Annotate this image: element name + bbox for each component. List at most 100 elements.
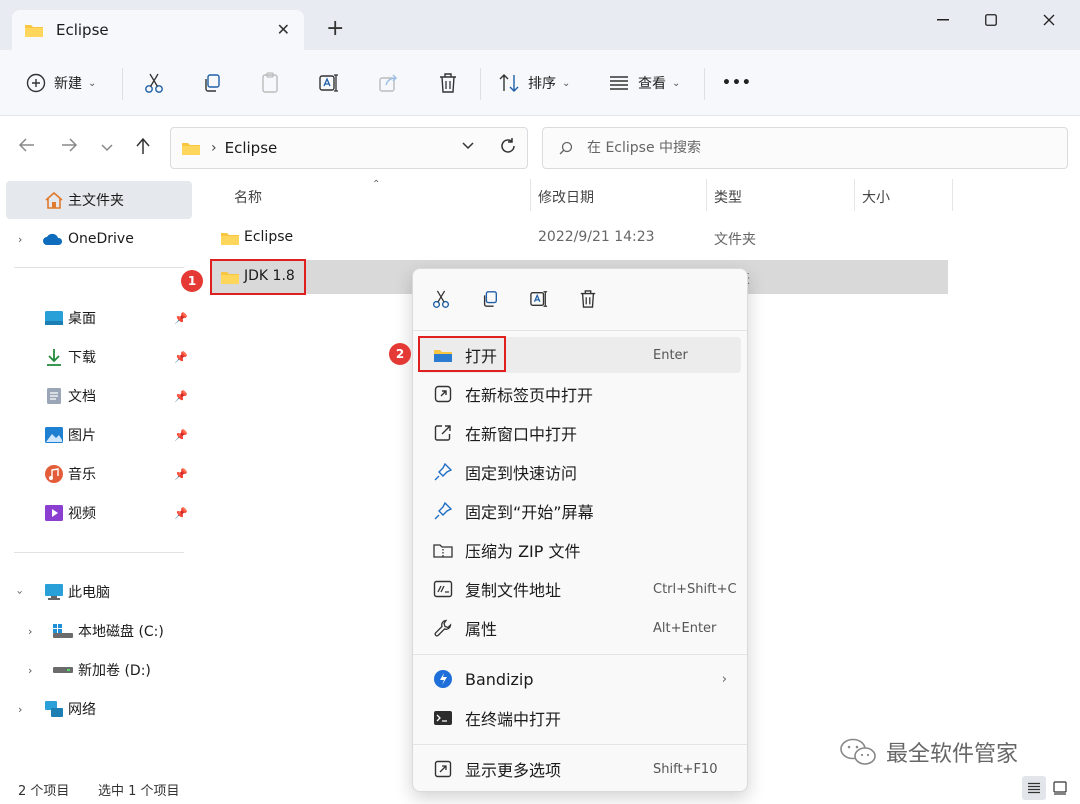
- title-bar: Eclipse ✕ +: [0, 0, 1080, 50]
- file-type: 文件夹: [714, 232, 756, 248]
- delete-button[interactable]: [438, 66, 458, 100]
- menu-item-properties[interactable]: 属性 Alt+Enter: [419, 610, 741, 646]
- pin-icon[interactable]: 📌: [174, 468, 188, 481]
- column-header-modified[interactable]: 修改日期: [538, 187, 594, 207]
- sidebar-item-drive-c[interactable]: › 本地磁盘 (C:): [6, 612, 192, 650]
- context-cut-button[interactable]: [425, 283, 457, 315]
- sidebar-item-videos[interactable]: 视频 📌: [6, 494, 192, 532]
- chevron-down-icon: ⌄: [562, 77, 571, 89]
- column-header-type[interactable]: 类型: [714, 187, 742, 207]
- zip-folder-icon: [433, 540, 453, 560]
- new-tab-button[interactable]: +: [326, 18, 344, 40]
- menu-item-open-terminal[interactable]: 在终端中打开: [419, 700, 741, 736]
- view-button[interactable]: 查看 ⌄: [608, 66, 680, 100]
- divider: [413, 330, 747, 331]
- sidebar-item-documents[interactable]: 文档 📌: [6, 377, 192, 415]
- breadcrumb-current[interactable]: Eclipse: [225, 139, 278, 157]
- share-button[interactable]: [378, 66, 400, 100]
- sidebar-item-home[interactable]: 主文件夹: [6, 181, 192, 219]
- context-copy-button[interactable]: [474, 283, 506, 315]
- picture-icon: [45, 427, 63, 443]
- search-box[interactable]: [542, 127, 1068, 169]
- sidebar-item-label: 新加卷 (D:): [78, 663, 151, 679]
- refresh-icon[interactable]: [499, 137, 517, 160]
- menu-item-label: 固定到快速访问: [465, 464, 578, 483]
- context-rename-button[interactable]: [523, 283, 555, 315]
- trash-icon: [580, 290, 596, 308]
- expand-chevron-icon[interactable]: ›: [28, 625, 32, 638]
- menu-item-open-new-window[interactable]: 在新窗口中打开: [419, 415, 741, 451]
- menu-item-bandizip[interactable]: Bandizip ›: [419, 661, 741, 697]
- menu-item-copy-path[interactable]: 复制文件地址 Ctrl+Shift+C: [419, 571, 741, 607]
- network-icon: [45, 701, 63, 717]
- close-window-button[interactable]: [1026, 8, 1072, 32]
- sidebar-item-network[interactable]: › 网络: [6, 690, 192, 728]
- sort-icon: [499, 74, 519, 92]
- expand-chevron-icon[interactable]: ›: [28, 664, 32, 677]
- wrench-icon: [433, 618, 453, 638]
- column-divider[interactable]: [952, 179, 953, 211]
- forward-arrow-icon[interactable]: [60, 137, 78, 157]
- scissors-icon: [145, 73, 163, 93]
- address-dropdown-chevron-icon[interactable]: [461, 139, 475, 155]
- column-divider[interactable]: [854, 179, 855, 211]
- search-icon: [559, 141, 573, 155]
- collapse-chevron-icon[interactable]: ›: [14, 590, 27, 594]
- column-header-size[interactable]: 大小: [862, 187, 890, 207]
- up-arrow-icon[interactable]: [134, 137, 152, 159]
- details-view-button[interactable]: [1022, 776, 1046, 800]
- minimize-button[interactable]: [920, 8, 966, 32]
- pin-icon[interactable]: 📌: [174, 507, 188, 520]
- more-options-button[interactable]: •••: [722, 66, 752, 100]
- tiles-view-button[interactable]: [1048, 776, 1072, 800]
- share-icon: [379, 74, 397, 92]
- context-delete-button[interactable]: [572, 283, 604, 315]
- menu-item-pin-quick-access[interactable]: 固定到快速访问: [419, 454, 741, 490]
- menu-item-compress-zip[interactable]: 压缩为 ZIP 文件: [419, 532, 741, 568]
- wechat-icon: [840, 738, 876, 765]
- column-header-name[interactable]: 名称: [234, 187, 262, 207]
- recent-locations-chevron-icon[interactable]: [100, 139, 114, 157]
- column-divider[interactable]: [706, 179, 707, 211]
- address-bar[interactable]: › Eclipse: [170, 127, 528, 169]
- pin-icon[interactable]: 📌: [174, 429, 188, 442]
- divider: [14, 267, 184, 268]
- sidebar-item-onedrive[interactable]: › OneDrive: [6, 220, 192, 258]
- new-button[interactable]: 新建 ⌄: [26, 66, 96, 100]
- sort-button[interactable]: 排序 ⌄: [498, 66, 570, 100]
- command-bar: 新建 ⌄ 排序 ⌄ 查看 ⌄ •••: [0, 50, 1080, 116]
- pin-icon[interactable]: 📌: [174, 390, 188, 403]
- menu-item-pin-start[interactable]: 固定到“开始”屏幕: [419, 493, 741, 529]
- file-modified: 2022/9/21 14:23: [538, 229, 655, 245]
- table-row[interactable]: Eclipse 2022/9/21 14:23 文件夹: [210, 221, 948, 255]
- search-input[interactable]: [587, 140, 987, 156]
- menu-item-shortcut: Ctrl+Shift+C: [653, 581, 737, 597]
- column-divider[interactable]: [530, 179, 531, 211]
- selected-count: 选中 1 个项目: [98, 784, 180, 799]
- sidebar-item-desktop[interactable]: 桌面 📌: [6, 299, 192, 337]
- chevron-down-icon: ⌄: [88, 77, 97, 89]
- pin-icon[interactable]: 📌: [174, 312, 188, 325]
- close-tab-icon[interactable]: ✕: [277, 20, 290, 39]
- sidebar-item-music[interactable]: 音乐 📌: [6, 455, 192, 493]
- divider: [704, 68, 705, 100]
- sidebar-item-downloads[interactable]: 下载 📌: [6, 338, 192, 376]
- expand-chevron-icon[interactable]: ›: [18, 233, 22, 246]
- maximize-button[interactable]: [968, 8, 1014, 32]
- bandizip-icon: [433, 669, 453, 689]
- tab-title: Eclipse: [56, 21, 109, 39]
- navigation-pane: 主文件夹 › OneDrive 桌面 📌 下载 📌 文档 📌 图片 📌 音乐 📌…: [0, 179, 196, 769]
- sidebar-item-this-pc[interactable]: › 此电脑: [6, 573, 192, 611]
- sidebar-item-drive-d[interactable]: › 新加卷 (D:): [6, 651, 192, 689]
- rename-button[interactable]: [318, 66, 340, 100]
- menu-item-label: 压缩为 ZIP 文件: [465, 542, 581, 561]
- pin-icon[interactable]: 📌: [174, 351, 188, 364]
- menu-item-open-new-tab[interactable]: 在新标签页中打开: [419, 376, 741, 412]
- expand-chevron-icon[interactable]: ›: [18, 703, 22, 716]
- copy-button[interactable]: [202, 66, 222, 100]
- sidebar-item-pictures[interactable]: 图片 📌: [6, 416, 192, 454]
- paste-button[interactable]: [260, 66, 280, 100]
- cut-button[interactable]: [144, 66, 164, 100]
- back-arrow-icon[interactable]: [18, 137, 36, 157]
- tab-eclipse[interactable]: Eclipse ✕: [12, 10, 304, 50]
